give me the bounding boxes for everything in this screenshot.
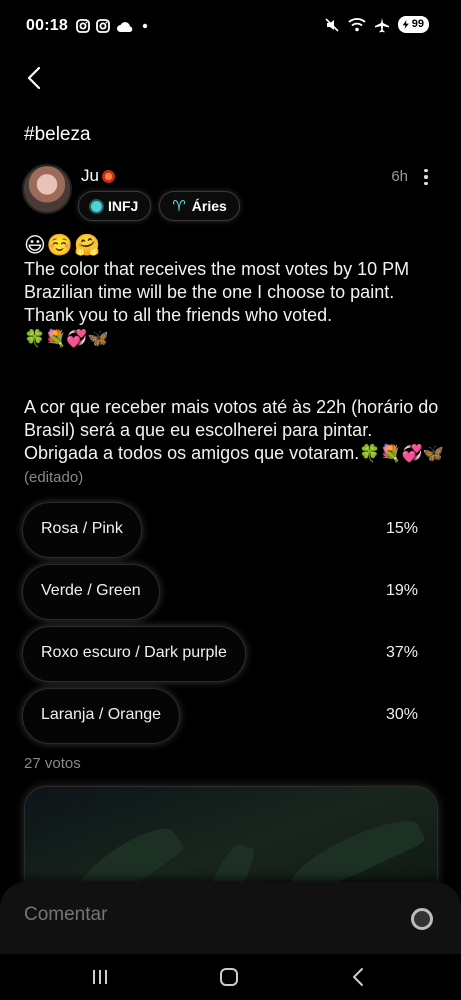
post-header: Ju 6h INFJ ♈ Áries: [22, 164, 442, 224]
poll-option-percent: 19%: [385, 582, 418, 599]
status-bar: 00:18 99: [0, 0, 461, 56]
poll-option-label: Roxo escuro / Dark purple: [41, 644, 227, 661]
user-badge-icon: [101, 169, 115, 183]
poll-option-percent: 30%: [385, 706, 418, 723]
avatar[interactable]: [22, 164, 72, 214]
system-nav-bar: [0, 954, 461, 1000]
comment-input[interactable]: [24, 904, 384, 926]
status-time: 00:18: [26, 17, 68, 34]
post-text: The color that receives the most votes b…: [24, 259, 410, 325]
home-icon: [220, 968, 238, 986]
poll: Rosa / Pink 15% Verde / Green 19% Roxo e…: [22, 502, 432, 750]
dot-icon: [424, 175, 428, 179]
comment-bar: [0, 882, 461, 954]
back-icon: [353, 968, 363, 986]
chip-zodiac[interactable]: ♈ Áries: [159, 191, 240, 221]
airplane-icon: [374, 17, 389, 32]
chevron-left-icon: [27, 66, 41, 90]
post-emojis: 🍀💐💞🦋: [359, 444, 444, 463]
poll-option[interactable]: Roxo escuro / Dark purple 37%: [22, 626, 432, 682]
edited-label: (editado): [24, 469, 84, 486]
poll-option-label: Verde / Green: [41, 582, 141, 599]
post-body: 😃☺️🤗 The color that receives the most vo…: [24, 234, 444, 489]
poll-option[interactable]: Rosa / Pink 15%: [22, 502, 432, 558]
nav-back-button[interactable]: [336, 960, 380, 994]
record-button[interactable]: [411, 908, 433, 930]
mute-icon: [325, 17, 339, 32]
vote-count: 27 votos: [24, 755, 81, 772]
post-tag[interactable]: #beleza: [24, 124, 91, 146]
poll-option-label: Rosa / Pink: [41, 520, 123, 537]
back-button[interactable]: [18, 62, 50, 94]
cloud-icon: [117, 21, 133, 32]
author-name: Ju: [81, 166, 99, 185]
instagram-icon: [96, 19, 110, 33]
notification-icons: [76, 19, 150, 33]
poll-option[interactable]: Laranja / Orange 30%: [22, 688, 432, 744]
post-emojis: 🍀💐💞🦋: [24, 329, 109, 348]
dot-icon: [142, 23, 148, 29]
aries-icon: ♈: [172, 198, 186, 215]
post-text-english: The color that receives the most votes b…: [24, 258, 444, 350]
emoji-line: 😃☺️🤗: [24, 234, 102, 257]
chip-label: Áries: [191, 198, 227, 214]
poll-option-percent: 37%: [385, 644, 418, 661]
dot-icon: [424, 168, 428, 173]
poll-option-label: Laranja / Orange: [41, 706, 162, 723]
system-icons: 99: [324, 16, 429, 33]
more-options-button[interactable]: [416, 166, 436, 188]
chip-label: INFJ: [108, 198, 139, 214]
post-text-portuguese: A cor que receber mais votos até às 22h …: [24, 396, 444, 489]
teal-dot-icon: [91, 200, 102, 212]
poll-option-percent: 15%: [385, 520, 418, 537]
instagram-icon: [76, 19, 90, 33]
battery-indicator: 99: [397, 16, 429, 33]
profile-chips: INFJ ♈ Áries: [78, 191, 240, 221]
chip-personality[interactable]: INFJ: [78, 191, 152, 221]
recents-button[interactable]: [78, 960, 122, 994]
home-button[interactable]: [207, 960, 251, 994]
post-timestamp: 6h: [391, 168, 408, 185]
recents-icon: [93, 970, 107, 984]
wifi-icon: [348, 18, 366, 32]
poll-option[interactable]: Verde / Green 19%: [22, 564, 432, 620]
author-name-row[interactable]: Ju: [81, 166, 115, 186]
dot-icon: [424, 181, 428, 186]
